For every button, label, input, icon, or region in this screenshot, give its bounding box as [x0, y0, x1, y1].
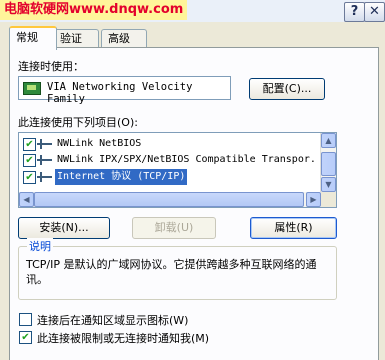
scroll-left-icon[interactable]: ◀: [19, 192, 34, 207]
close-button[interactable]: ✕: [364, 2, 385, 22]
checkbox-checked-icon[interactable]: ✔: [19, 331, 32, 344]
adapter-field: VIA Networking Velocity Family: [18, 76, 231, 105]
protocol-icon: [37, 172, 53, 182]
item-checkbox-checked-icon[interactable]: ✔: [23, 154, 36, 167]
show-icon-label: 连接后在通知区域显示图标(W): [37, 314, 189, 327]
item-checkbox-checked-icon[interactable]: ✔: [23, 171, 36, 184]
connect-using-label: 连接时使用：: [18, 60, 84, 73]
item-label: NWLink IPX/SPX/NetBIOS Compatible Transp…: [57, 154, 316, 165]
items-label: 此连接使用下列项目(O):: [18, 116, 138, 129]
scroll-down-icon[interactable]: ▼: [321, 177, 336, 192]
uninstall-button[interactable]: 卸载(U): [132, 217, 216, 239]
notify-label: 此连接被限制或无连接时通知我(M): [37, 332, 210, 345]
watermark-text: 电脑软硬网www.dnqw.com: [0, 0, 188, 20]
checkbox-unchecked-icon[interactable]: [19, 313, 32, 326]
tab-general[interactable]: 常规: [9, 26, 57, 50]
horizontal-scroll-thumb[interactable]: [34, 192, 304, 207]
configure-button[interactable]: 配置(C)...: [249, 78, 325, 100]
properties-button[interactable]: 属性(R): [250, 217, 337, 239]
item-label: NWLink NetBIOS: [57, 138, 142, 149]
tab-advanced[interactable]: 高级: [101, 29, 147, 48]
protocol-icon: [37, 139, 53, 149]
components-list[interactable]: ✔ NWLink NetBIOS ✔ NWLink IPX/SPX/NetBIO…: [18, 132, 337, 208]
install-button[interactable]: 安装(N)...: [18, 217, 110, 239]
network-card-icon: [23, 82, 41, 95]
help-button[interactable]: ?: [344, 2, 365, 22]
adapter-name: VIA Networking Velocity Family: [47, 81, 193, 105]
scroll-thumb[interactable]: [321, 152, 336, 176]
horizontal-scrollbar[interactable]: ◀ ▶: [19, 192, 321, 207]
title-bar: 电脑软硬网www.dnqw.com ? ✕: [0, 0, 385, 22]
item-label: Internet 协议 (TCP/IP): [55, 169, 188, 185]
protocol-icon: [37, 155, 53, 165]
scroll-right-icon[interactable]: ▶: [306, 192, 321, 207]
tab-authentication[interactable]: 验证: [53, 29, 99, 48]
description-title: 说明: [27, 238, 53, 254]
description-text: TCP/IP 是默认的广域网协议。它提供跨越多种互联网络的通讯。: [26, 258, 317, 286]
scroll-up-icon[interactable]: ▲: [321, 133, 336, 148]
scroll-corner: [321, 192, 336, 207]
item-checkbox-checked-icon[interactable]: ✔: [23, 138, 36, 151]
